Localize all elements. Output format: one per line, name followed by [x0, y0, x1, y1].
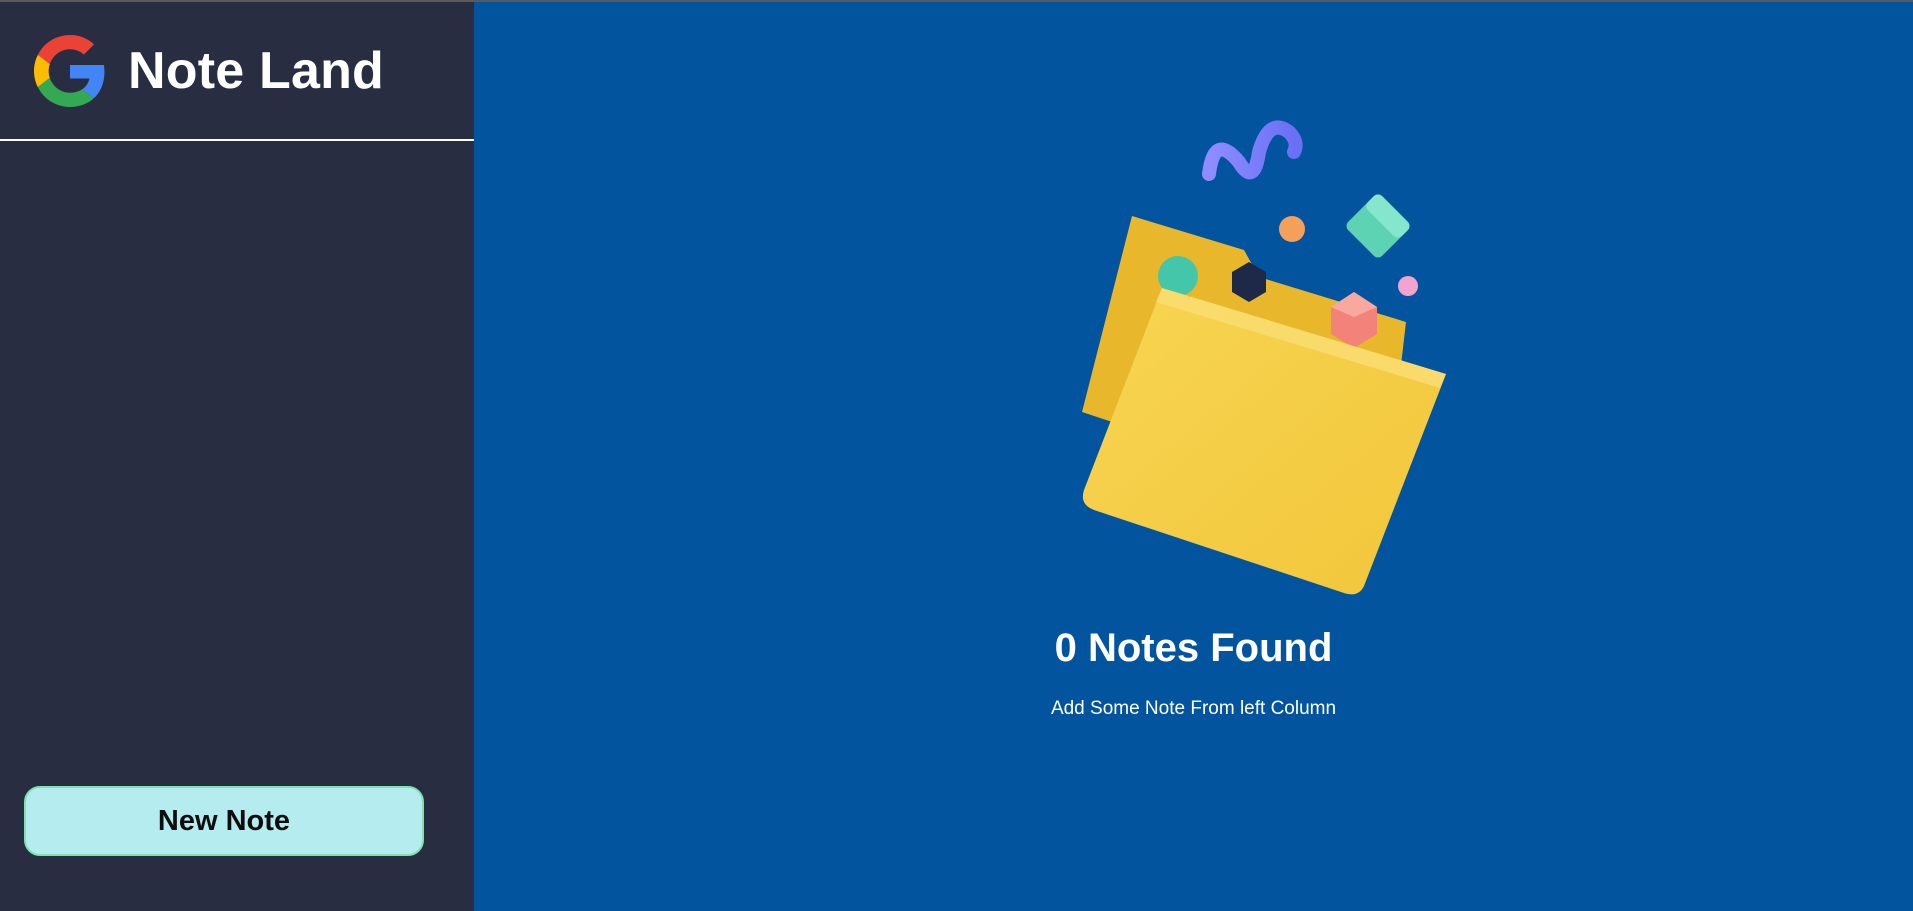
squiggle-shape [1202, 120, 1303, 181]
empty-state-title: 0 Notes Found [1054, 626, 1333, 670]
app-window: Note Land New Note 0 Notes Found Add Som… [0, 2, 1913, 911]
sidebar: Note Land New Note [0, 2, 474, 911]
empty-folder-illustration [1082, 120, 1446, 595]
empty-state-subtitle: Add Some Note From left Column [1050, 698, 1337, 719]
main-content: 0 Notes Found Add Some Note From left Co… [474, 2, 1913, 911]
brand-header: Note Land [0, 2, 474, 141]
new-note-button[interactable]: New Note [24, 786, 424, 856]
google-g-icon [34, 34, 105, 107]
app-title: Note Land [128, 41, 385, 100]
